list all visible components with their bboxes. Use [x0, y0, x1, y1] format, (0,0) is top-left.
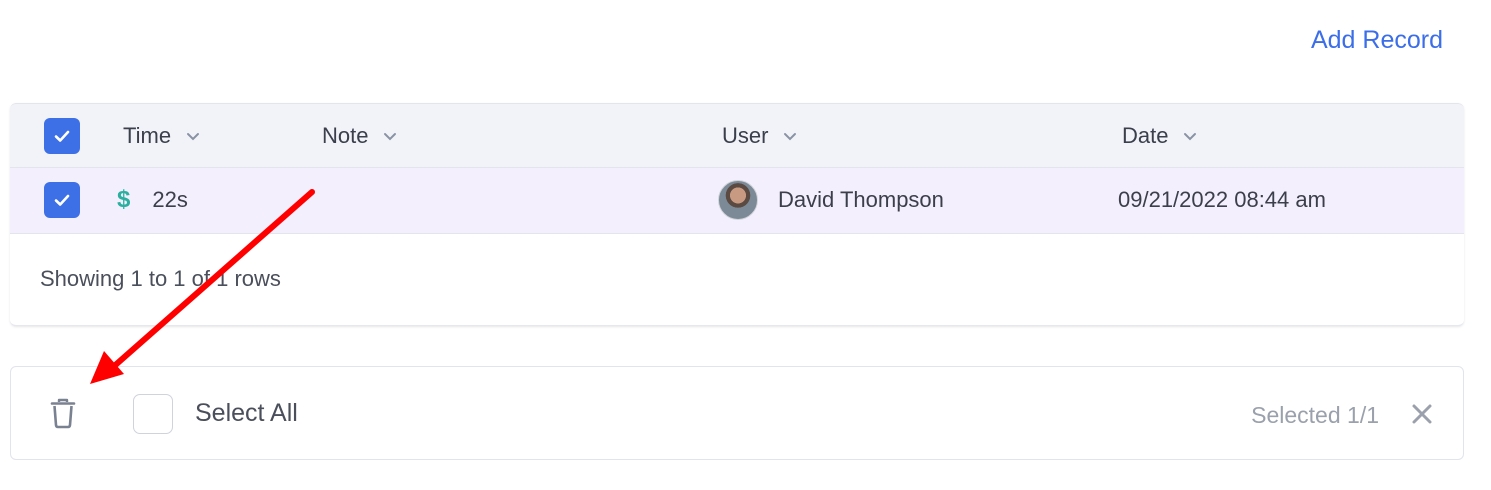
column-header-label: Date — [1122, 122, 1169, 148]
date-value: 09/21/2022 08:44 am — [1118, 187, 1326, 212]
selected-count: Selected 1/1 — [1251, 402, 1379, 428]
user-name: David Thompson — [778, 187, 944, 212]
row-checkbox[interactable] — [44, 182, 80, 218]
chevron-down-icon — [784, 132, 797, 140]
bulk-action-bar: Select All Selected 1/1 — [10, 366, 1464, 460]
dollar-icon: $ — [117, 186, 131, 213]
close-icon[interactable] — [1411, 403, 1433, 425]
trash-icon[interactable] — [49, 397, 77, 429]
page: Add Record Time Note User Date $ 22s Dav… — [0, 0, 1491, 490]
column-header-label: User — [722, 122, 769, 148]
avatar — [718, 180, 758, 220]
time-cell: $ 22s — [117, 168, 188, 232]
column-header-label: Note — [322, 122, 369, 148]
column-header-time[interactable]: Time — [123, 104, 201, 167]
table-row[interactable]: $ 22s David Thompson 09/21/2022 08:44 am — [10, 168, 1464, 234]
chevron-down-icon — [1184, 132, 1197, 140]
add-record-link[interactable]: Add Record — [1311, 26, 1443, 55]
select-all-label[interactable]: Select All — [195, 399, 298, 428]
check-icon — [54, 130, 70, 142]
select-all-checkbox[interactable] — [133, 394, 173, 434]
select-all-header-checkbox[interactable] — [44, 118, 80, 154]
pagination-summary: Showing 1 to 1 of 1 rows — [40, 266, 281, 291]
time-value: 22s — [152, 187, 188, 212]
column-header-date[interactable]: Date — [1122, 104, 1198, 167]
chevron-down-icon — [187, 132, 200, 140]
chevron-down-icon — [384, 132, 397, 140]
check-icon — [54, 194, 70, 206]
column-header-user[interactable]: User — [722, 104, 798, 167]
column-header-label: Time — [123, 122, 172, 148]
records-table: Time Note User Date $ 22s David Thompson… — [10, 103, 1464, 326]
user-cell: David Thompson — [718, 168, 944, 232]
date-cell: 09/21/2022 08:44 am — [1118, 168, 1326, 232]
column-header-note[interactable]: Note — [322, 104, 398, 167]
table-header: Time Note User Date — [10, 103, 1464, 168]
